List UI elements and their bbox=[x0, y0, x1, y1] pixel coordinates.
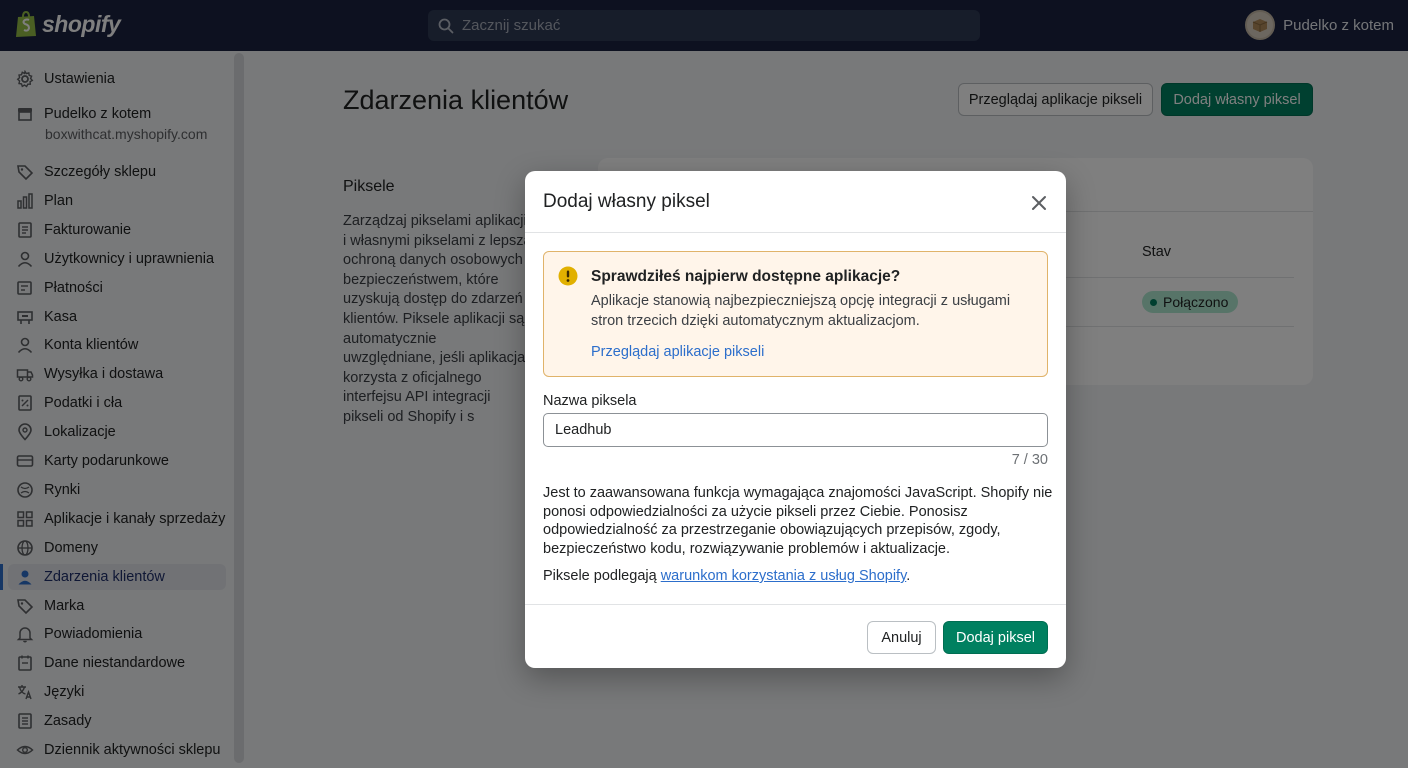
terms-link[interactable]: warunkom korzystania z usług Shopify bbox=[661, 568, 907, 584]
terms-suffix: . bbox=[906, 568, 911, 584]
warning-banner: Sprawdziłeś najpierw dostępne aplikacje?… bbox=[543, 251, 1048, 377]
pixel-name-label: Nazwa piksela bbox=[543, 393, 637, 409]
close-icon bbox=[1032, 196, 1046, 210]
terms-text: Piksele podlegają warunkom korzystania z… bbox=[543, 568, 910, 584]
cancel-button[interactable]: Anuluj bbox=[867, 621, 936, 654]
char-counter: 7 / 30 bbox=[1011, 452, 1048, 468]
warning-icon bbox=[558, 266, 578, 291]
disclaimer-text: Jest to zaawansowana funkcja wymagająca … bbox=[543, 485, 1053, 558]
banner-text: Aplikacje stanowią najbezpieczniejszą op… bbox=[591, 293, 1011, 329]
modal-title: Dodaj własny piksel bbox=[543, 191, 710, 212]
divider bbox=[525, 604, 1066, 605]
pixel-name-input[interactable] bbox=[543, 413, 1048, 447]
terms-prefix: Piksele podlegają bbox=[543, 568, 661, 584]
divider bbox=[525, 232, 1066, 233]
browse-pixel-apps-link[interactable]: Przeglądaj aplikacje pikseli bbox=[591, 344, 764, 360]
banner-title: Sprawdziłeś najpierw dostępne aplikacje? bbox=[591, 268, 901, 285]
close-button[interactable] bbox=[1025, 189, 1053, 217]
add-pixel-button[interactable]: Dodaj piksel bbox=[943, 621, 1048, 654]
add-custom-pixel-modal: Dodaj własny piksel Sprawdziłeś najpierw… bbox=[525, 171, 1066, 668]
